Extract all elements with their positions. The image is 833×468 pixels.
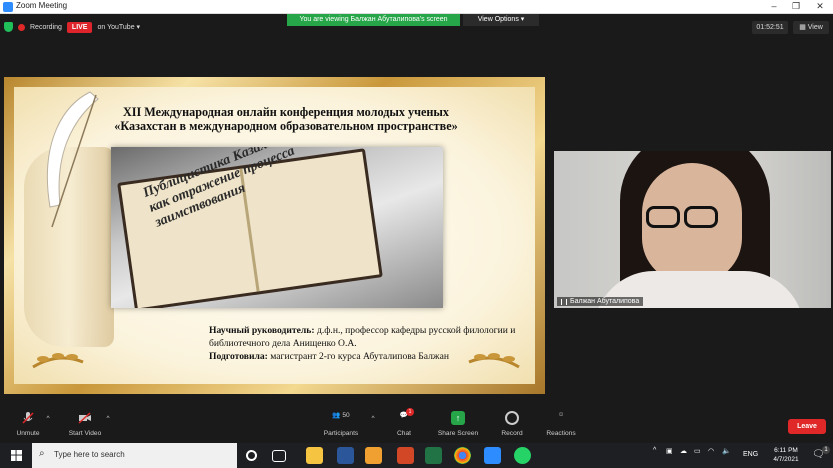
audio-options-chevron-icon[interactable]: ^ [44,415,52,422]
prepared-label: Подготовила: [209,351,268,362]
video-off-icon [78,412,91,424]
participants-icon: 👥 50 [332,412,350,419]
start-video-button[interactable]: Start Video [64,411,106,437]
live-badge[interactable]: LIVE [66,21,93,33]
window-titlebar: Zoom Meeting – ❐ ✕ [0,0,833,14]
meeting-status-bar: Recording LIVE on YouTube ▾ [4,20,140,34]
close-window-button[interactable]: ✕ [809,0,831,14]
view-label: View [807,24,823,31]
record-label: Record [501,430,523,437]
grid-icon: ▦ [799,24,808,31]
language-indicator[interactable]: ENG [743,451,758,458]
view-options-button[interactable]: View Options ▾ [463,14,539,26]
participants-count: 50 [342,412,350,419]
maximize-button[interactable]: ❐ [785,0,807,14]
file-explorer-icon[interactable] [306,447,323,464]
muted-mic-icon [22,412,34,424]
tray-app-icon[interactable]: ▣ [666,447,673,455]
zoom-taskbar-icon[interactable] [484,447,501,464]
start-video-label: Start Video [68,430,102,437]
chat-label: Chat [397,430,411,437]
conference-title-line2: «Казахстан в международном образовательн… [114,119,458,133]
share-screen-icon: ↑ [451,411,465,425]
leave-button[interactable]: Leave [788,419,826,434]
task-view-icon[interactable] [272,450,286,462]
youtube-dropdown[interactable]: on YouTube ▾ [97,23,140,31]
taskbar-search-box[interactable]: ⌕ Type here to search [32,443,237,468]
whatsapp-icon[interactable] [514,447,531,464]
battery-icon[interactable]: ▭ [694,447,701,455]
clock-date: 4/7/2021 [773,456,799,463]
audio-level-icon [561,298,567,305]
prepared-text: магистрант 2-го курса Абуталипова Балжан [270,351,449,362]
participant-name-tag: Балжан Абуталипова [557,297,644,306]
windows-taskbar: ⌕ Type here to search ^ ▣ ☁ ▭ ◠ 🔈 ENG 6:… [0,443,833,468]
viewing-screen-label: You are viewing Балжан Абуталипова's scr… [287,14,460,26]
participants-button[interactable]: 👥 50 Participants [318,411,364,437]
share-banner: You are viewing Балжан Абуталипова's scr… [287,14,539,26]
search-placeholder: Type here to search [54,450,125,459]
participant-video[interactable]: Балжан Абуталипова [554,151,831,308]
glasses-right [684,206,718,228]
media-player-icon[interactable] [365,447,382,464]
record-button[interactable]: Record [499,411,525,437]
meeting-timer: 01:52:51 [752,21,788,34]
video-options-chevron-icon[interactable]: ^ [104,415,112,422]
conference-title: XII Международная онлайн конференция мол… [86,105,486,133]
volume-icon[interactable]: 🔈 [722,447,731,455]
excel-icon[interactable] [425,447,442,464]
minimize-button[interactable]: – [763,0,785,14]
chat-button[interactable]: 💬 1 Chat [392,408,416,437]
show-hidden-icons-chevron-icon[interactable]: ^ [653,447,656,454]
supervisor-label: Научный руководитель: [209,325,315,336]
shared-screen: XII Международная онлайн конференция мол… [4,77,545,394]
network-icon[interactable]: ◠ [708,447,714,455]
participants-label: Participants [323,430,359,437]
reactions-button[interactable]: ☺ Reactions [544,411,578,437]
reactions-icon: ☺ [557,411,565,418]
chat-badge: 1 [406,408,414,416]
book-photo: Публицистика Казахстана как отражение пр… [111,147,443,308]
glasses-left [646,206,680,228]
meeting-toolbar: Unmute ^ Start Video ^ 👥 50 Participants… [0,408,833,443]
presentation-slide: XII Международная онлайн конференция мол… [14,87,535,384]
notification-count: 1 [822,446,830,454]
share-screen-label: Share Screen [437,430,479,437]
record-icon [505,411,519,425]
cloud-icon[interactable]: ☁ [680,447,687,455]
participant-name: Балжан Абуталипова [570,298,640,305]
recording-label: Recording [30,23,62,31]
windows-logo-icon [10,450,22,461]
security-shield-icon[interactable] [4,22,13,32]
laurel-left-icon [32,353,84,369]
zoom-logo-icon [3,2,13,12]
chat-icon: 💬 1 [397,408,414,425]
chrome-icon[interactable] [454,447,471,464]
meeting-area: You are viewing Балжан Абуталипова's scr… [0,14,833,409]
share-screen-button[interactable]: ↑ Share Screen [436,411,480,437]
window-title: Zoom Meeting [16,1,68,10]
unmute-label: Unmute [16,430,40,437]
clock-time: 6:11 PM [774,447,798,454]
cortana-icon[interactable] [246,450,257,461]
unmute-button[interactable]: Unmute [12,411,44,437]
reactions-label: Reactions [546,430,576,437]
view-button[interactable]: ▦ View [793,21,829,34]
windows-start-button[interactable] [0,443,32,468]
conference-title-line1: XII Международная онлайн конференция мол… [122,105,450,119]
participants-chevron-icon[interactable]: ^ [369,415,377,422]
supervisor-info: Научный руководитель: д.ф.н., профессор … [209,324,529,363]
recording-icon [18,23,25,31]
search-icon: ⌕ [39,448,45,459]
powerpoint-icon[interactable] [397,447,414,464]
taskbar-clock[interactable]: 6:11 PM 4/7/2021 [766,446,806,464]
word-icon[interactable] [337,447,354,464]
